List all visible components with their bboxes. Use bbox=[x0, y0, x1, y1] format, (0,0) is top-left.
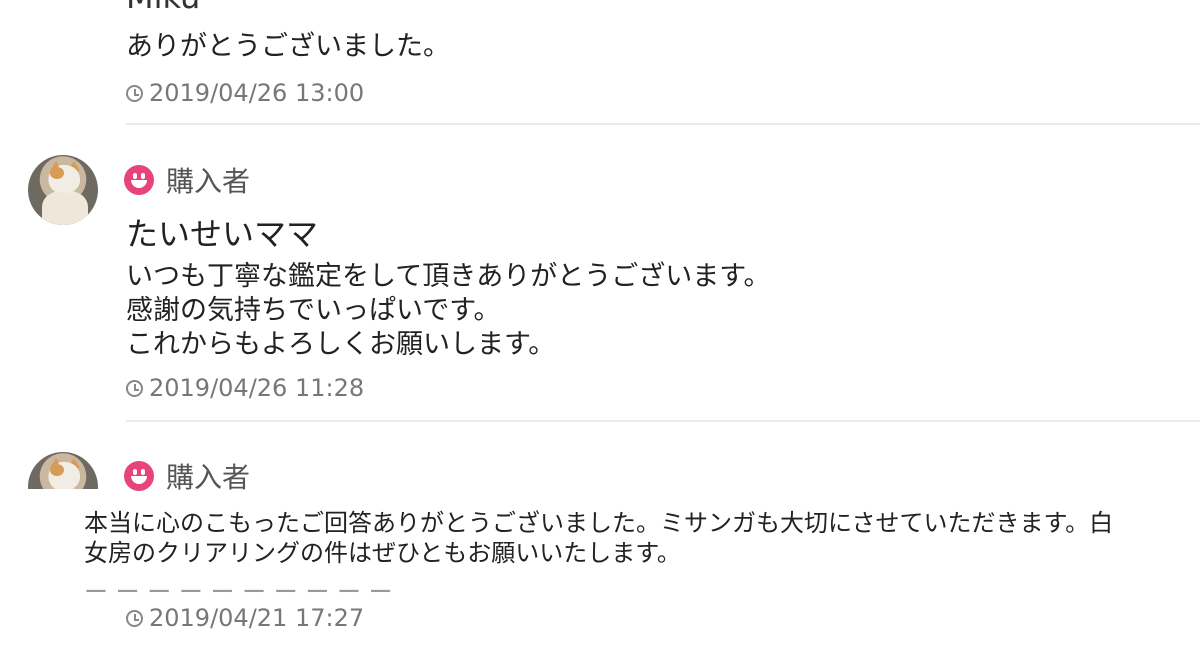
review-author-name: たいせいママ bbox=[126, 215, 319, 253]
review-message-line: 本当に心のこもったご回答ありがとうございました。ミサンガも大切にさせていただきま… bbox=[84, 509, 1114, 537]
timestamp-text: 2019/04/21 17:27 bbox=[149, 604, 365, 632]
smiley-icon bbox=[124, 461, 154, 491]
review-timestamp: 2019/04/26 11:28 bbox=[126, 374, 364, 402]
review-message-line: これからもよろしくお願いします。 bbox=[126, 329, 556, 360]
review-author-name: Miku bbox=[126, 0, 200, 16]
truncated-text-fragment: ー ー ー ー ー ー ー ー ー ー bbox=[84, 588, 504, 598]
buyer-badge-label: 購入者 bbox=[166, 165, 251, 198]
divider bbox=[126, 420, 1200, 422]
review-message: ありがとうございました。 bbox=[126, 31, 450, 62]
review-message-line: 女房のクリアリングの件はぜひともお願いいたします。 bbox=[84, 539, 681, 567]
clock-icon bbox=[126, 84, 143, 102]
avatar[interactable] bbox=[28, 452, 98, 489]
avatar-clip bbox=[28, 452, 98, 489]
divider bbox=[126, 123, 1200, 125]
avatar-cat-patch bbox=[50, 464, 64, 476]
avatar[interactable] bbox=[28, 155, 98, 225]
review-timestamp: 2019/04/26 13:00 bbox=[126, 79, 364, 107]
avatar-cat-body bbox=[42, 191, 88, 225]
review-message-line: 感謝の気持ちでいっぱいです。 bbox=[126, 295, 501, 326]
buyer-badge: 購入者 bbox=[124, 160, 250, 200]
avatar-cat-patch bbox=[50, 167, 64, 179]
review-timestamp: 2019/04/21 17:27 bbox=[126, 604, 364, 632]
buyer-badge-label: 購入者 bbox=[166, 461, 251, 494]
timestamp-text: 2019/04/26 11:28 bbox=[149, 374, 365, 402]
smiley-icon bbox=[124, 165, 154, 195]
buyer-badge: 購入者 bbox=[124, 456, 250, 496]
review-message: いつも丁寧な鑑定をして頂きありがとうございます。 感謝の気持ちでいっぱいです。 … bbox=[126, 260, 771, 362]
review-message-line: いつも丁寧な鑑定をして頂きありがとうございます。 bbox=[126, 261, 771, 292]
clock-icon bbox=[126, 609, 143, 627]
review-list: Miku ありがとうございました。 2019/04/26 13:00 購入者 た… bbox=[0, 0, 1200, 649]
clock-icon bbox=[126, 379, 143, 397]
timestamp-text: 2019/04/26 13:00 bbox=[149, 79, 365, 107]
review-message: 本当に心のこもったご回答ありがとうございました。ミサンガも大切にさせていただきま… bbox=[84, 508, 1113, 568]
